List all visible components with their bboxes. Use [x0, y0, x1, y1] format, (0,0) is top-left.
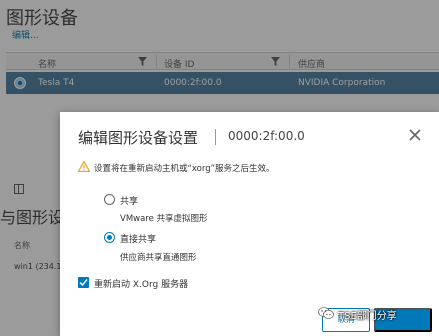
shared-description: VMware 共享虚拟图形	[120, 214, 208, 224]
dialog-title: 编辑图形设备设置	[78, 129, 199, 147]
title-divider	[215, 129, 216, 145]
dialog-subtitle: 0000:2f:00.0	[228, 129, 305, 143]
close-icon[interactable]	[408, 128, 422, 142]
shared-direct-label: 直接共享	[120, 235, 157, 245]
shared-direct-radio[interactable]	[104, 232, 115, 243]
shared-radio[interactable]	[104, 194, 115, 205]
warning-icon	[78, 161, 90, 172]
shared-direct-description: 供应商共享直通图形	[120, 253, 197, 263]
edit-graphics-device-dialog: 编辑图形设备设置 0000:2f:00.0 设置将在重新启动主机或“xorg”服…	[60, 112, 439, 336]
checkmark-icon	[79, 279, 88, 287]
wechat-icon	[318, 307, 334, 319]
restart-xorg-checkbox[interactable]	[78, 277, 89, 288]
shared-label: 共享	[120, 197, 139, 207]
warning-message: 设置将在重新启动主机或“xorg”服务之后生效。	[94, 164, 275, 174]
restart-xorg-label: 重新启动 X.Org 服务器	[94, 280, 189, 290]
watermark-text: TSE部门分享	[338, 311, 397, 322]
